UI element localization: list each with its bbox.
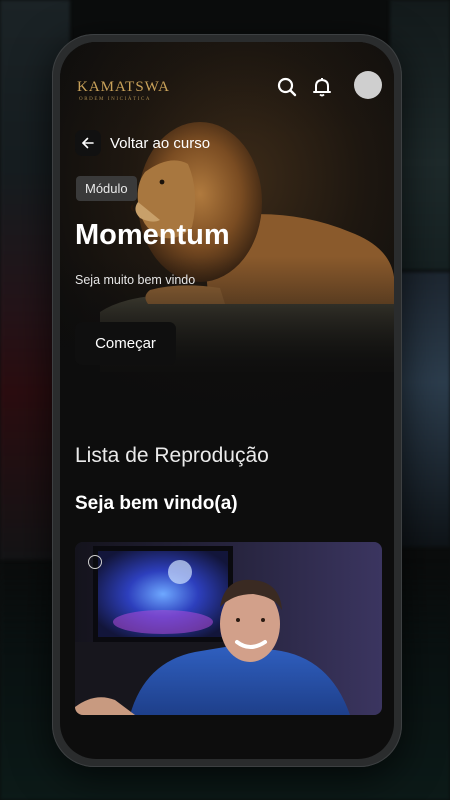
brand-logo[interactable]: KAMATSWA ORDEM INICIÁTICA xyxy=(77,79,170,102)
back-arrow-glyph xyxy=(82,137,94,149)
back-arrow-icon xyxy=(75,130,101,156)
search-icon-glyph xyxy=(277,77,297,97)
start-button[interactable]: Começar xyxy=(75,322,176,365)
watched-checkbox[interactable] xyxy=(88,555,102,569)
brand-name: KAMATSWA xyxy=(77,79,171,95)
phone-screen: KAMATSWA ORDEM INICIÁTICA Voltar ao curs… xyxy=(60,42,394,759)
bell-icon[interactable] xyxy=(310,75,334,99)
module-subtitle: Seja muito bem vindo xyxy=(75,273,196,287)
back-to-course-button[interactable]: Voltar ao curso xyxy=(75,130,210,156)
video-thumbnail-image xyxy=(75,542,382,715)
background-poster-right-mid xyxy=(395,272,450,547)
bell-icon-glyph xyxy=(313,78,331,97)
playlist-heading: Lista de Reprodução xyxy=(75,444,269,467)
avatar[interactable] xyxy=(354,71,382,99)
module-title: Momentum xyxy=(75,219,230,251)
back-label: Voltar ao curso xyxy=(110,134,211,152)
phone-frame: KAMATSWA ORDEM INICIÁTICA Voltar ao curs… xyxy=(52,34,402,767)
search-icon[interactable] xyxy=(275,75,299,99)
video-thumbnail[interactable] xyxy=(75,542,382,715)
playlist-section-title: Seja bem vindo(a) xyxy=(75,493,238,514)
module-badge: Módulo xyxy=(76,176,137,201)
brand-tagline: ORDEM INICIÁTICA xyxy=(79,97,152,102)
